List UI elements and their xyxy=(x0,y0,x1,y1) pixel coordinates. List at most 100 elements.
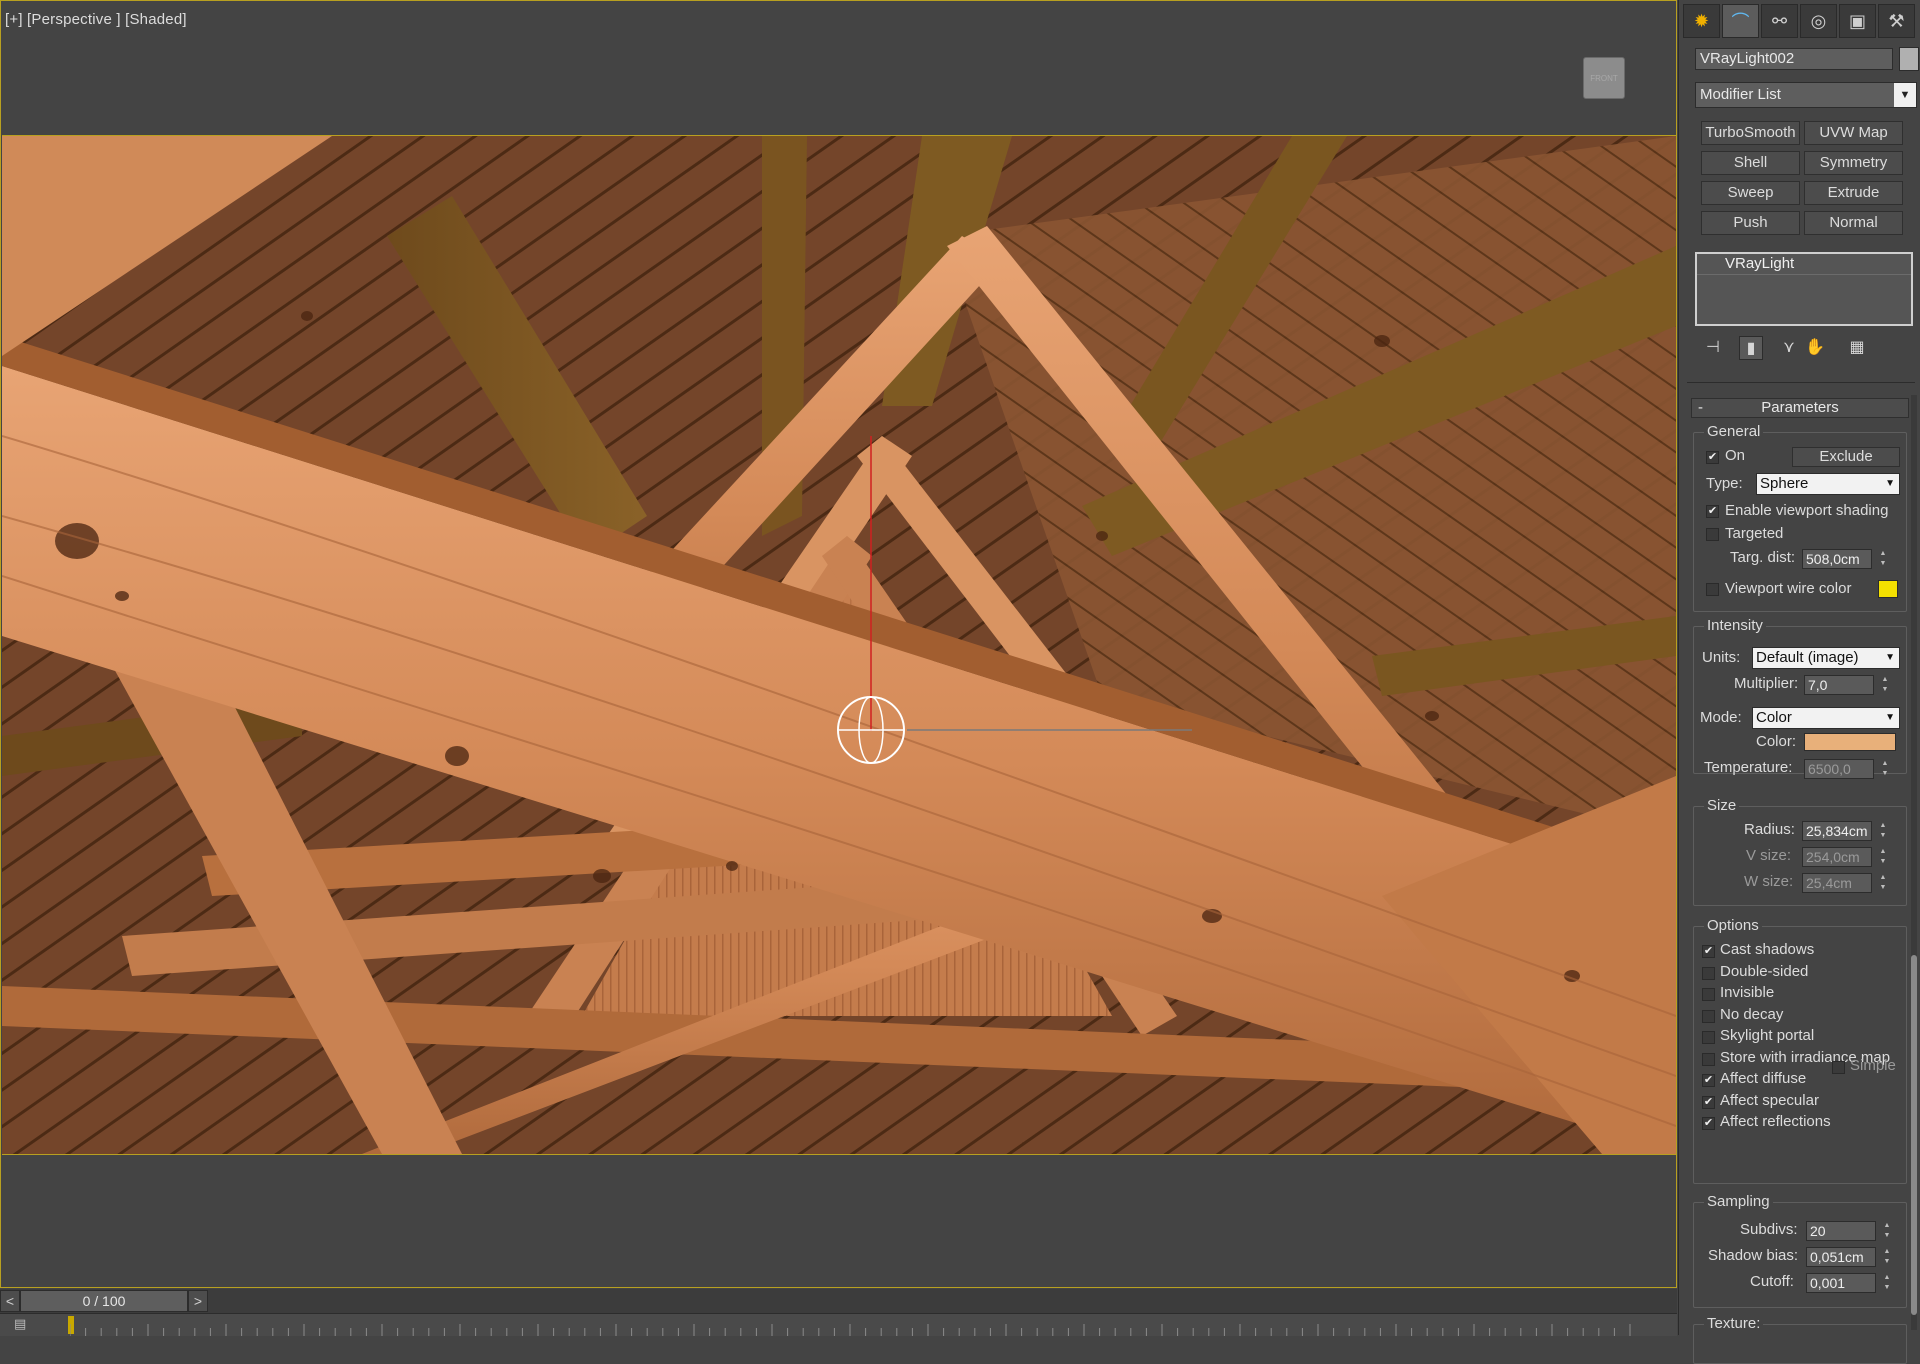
modify-tab[interactable]: ⌒ xyxy=(1722,4,1759,38)
cutoff-field[interactable]: 0,001 xyxy=(1806,1273,1876,1293)
radius-field[interactable]: 25,834cm xyxy=(1802,821,1872,841)
push-button[interactable]: Push xyxy=(1701,211,1800,235)
options-group: Options ✔ Cast shadows Double-sided Invisib… xyxy=(1693,917,1907,1184)
sweep-button[interactable]: Sweep xyxy=(1701,181,1800,205)
targ-dist-field[interactable]: 508,0cm xyxy=(1802,549,1872,569)
type-value: Sphere xyxy=(1760,475,1809,492)
simple-checkbox[interactable] xyxy=(1832,1061,1845,1074)
option-checkbox[interactable]: ✔ xyxy=(1702,945,1715,958)
shadow-bias-spinner[interactable]: ▲ ▼ xyxy=(1882,1247,1892,1267)
hierarchy-icon: ⚯ xyxy=(1771,10,1788,31)
multiplier-field[interactable]: 7,0 xyxy=(1804,675,1874,695)
units-dropdown[interactable]: Default (image) ▼ xyxy=(1752,647,1900,669)
hierarchy-tab[interactable]: ⚯ xyxy=(1761,4,1798,38)
color-label: Color: xyxy=(1756,733,1797,750)
rollout-title: Parameters xyxy=(1761,399,1839,416)
option-checkbox[interactable] xyxy=(1702,1009,1715,1023)
scrollbar-thumb[interactable] xyxy=(1911,955,1917,1315)
v-size-label: V size: xyxy=(1746,847,1792,864)
option-checkbox[interactable] xyxy=(1702,966,1715,980)
create-tab[interactable]: ✹ xyxy=(1683,4,1720,38)
option-checkbox[interactable] xyxy=(1702,1052,1715,1066)
w-size-spinner[interactable]: ▲ ▼ xyxy=(1878,873,1888,893)
utilities-tab[interactable]: ⚒ xyxy=(1878,4,1915,38)
sampling-title: Sampling xyxy=(1704,1193,1773,1210)
modify-curve-icon: ⌒ xyxy=(1731,12,1750,32)
v-size-spinner[interactable]: ▲ ▼ xyxy=(1878,847,1888,867)
time-prev-button[interactable]: < xyxy=(0,1290,20,1312)
pin-stack-icon[interactable]: ⊣ xyxy=(1701,336,1725,360)
stack-item-vraylight[interactable]: VRayLight xyxy=(1697,254,1911,275)
targ-dist-label: Targ. dist: xyxy=(1730,549,1796,566)
perspective-viewport[interactable]: [+] [Perspective ] [Shaded] FRONT xyxy=(0,0,1677,1288)
hammer-icon: ⚒ xyxy=(1888,10,1905,31)
parameters-rollout-header[interactable]: - Parameters xyxy=(1691,398,1909,418)
subdivs-spinner[interactable]: ▲ ▼ xyxy=(1882,1221,1892,1241)
object-color-swatch[interactable] xyxy=(1899,47,1919,71)
uvw-map-button[interactable]: UVW Map xyxy=(1804,121,1903,145)
on-label: On xyxy=(1725,447,1746,464)
trackbar-ticks xyxy=(70,1324,1631,1336)
temperature-spinner[interactable]: ▲ ▼ xyxy=(1880,759,1890,779)
remove-modifier-icon[interactable]: ✋ xyxy=(1803,336,1827,360)
temperature-field[interactable]: 6500,0 xyxy=(1804,759,1874,779)
make-unique-icon[interactable]: ⋎ xyxy=(1777,336,1801,360)
wire-color-checkbox[interactable] xyxy=(1706,583,1719,596)
subdivs-field[interactable]: 20 xyxy=(1806,1221,1876,1241)
sampling-group: Sampling Subdivs: 20 ▲ ▼ Shadow bias: 0,0… xyxy=(1693,1193,1907,1308)
normal-button[interactable]: Normal xyxy=(1804,211,1903,235)
time-slider[interactable]: < 0 / 100 > xyxy=(0,1289,1677,1313)
option-label: Double-sided xyxy=(1720,962,1809,980)
w-size-field[interactable]: 25,4cm xyxy=(1802,873,1872,893)
track-bar[interactable]: ▤ xyxy=(0,1313,1677,1336)
targeted-checkbox[interactable] xyxy=(1706,528,1719,541)
option-checkbox[interactable] xyxy=(1702,988,1715,1001)
type-dropdown[interactable]: Sphere ▼ xyxy=(1756,473,1900,495)
size-group: Size Radius: 25,834cm ▲ ▼ V size: 254,0cm… xyxy=(1693,797,1907,906)
motion-tab[interactable]: ◎ xyxy=(1800,4,1837,38)
turbosmooth-button[interactable]: TurboSmooth xyxy=(1701,121,1800,145)
option-checkbox[interactable]: ✔ xyxy=(1702,1074,1715,1087)
wire-color-swatch[interactable] xyxy=(1878,580,1898,598)
cutoff-spinner[interactable]: ▲ ▼ xyxy=(1882,1273,1892,1293)
command-panel-tabs: ✹ ⌒ ⚯ ◎ ▣ ⚒ xyxy=(1683,4,1915,40)
chevron-down-icon[interactable]: ▼ xyxy=(1894,83,1916,107)
command-panel-scrollbar[interactable] xyxy=(1911,395,1917,1330)
time-next-button[interactable]: > xyxy=(188,1290,208,1312)
exclude-button[interactable]: Exclude xyxy=(1792,447,1900,467)
modifier-stack[interactable]: VRayLight xyxy=(1695,252,1913,326)
shadow-bias-field[interactable]: 0,051cm xyxy=(1806,1247,1876,1267)
object-name-field[interactable]: VRayLight002 xyxy=(1695,48,1893,70)
configure-sets-icon[interactable]: ▦ xyxy=(1845,336,1869,360)
texture-group: Texture: xyxy=(1693,1315,1907,1364)
rendered-scene[interactable] xyxy=(2,135,1676,1155)
w-size-label: W size: xyxy=(1744,873,1794,890)
display-tab[interactable]: ▣ xyxy=(1839,4,1876,38)
option-checkbox[interactable]: ✔ xyxy=(1702,1117,1715,1130)
symmetry-button[interactable]: Symmetry xyxy=(1804,151,1903,175)
curve-editor-icon[interactable]: ▤ xyxy=(14,1316,38,1332)
light-color-swatch[interactable] xyxy=(1804,733,1896,751)
viewport-label[interactable]: [+] [Perspective ] [Shaded] xyxy=(5,11,187,28)
show-end-result-icon[interactable]: ▮ xyxy=(1739,336,1763,360)
shell-button[interactable]: Shell xyxy=(1701,151,1800,175)
time-slider-thumb[interactable]: 0 / 100 xyxy=(20,1290,188,1312)
radius-spinner[interactable]: ▲ ▼ xyxy=(1878,821,1888,841)
general-title: General xyxy=(1704,423,1764,440)
targ-dist-spinner[interactable]: ▲ ▼ xyxy=(1878,549,1888,569)
viewport-shading-checkbox[interactable]: ✔ xyxy=(1706,505,1719,518)
mode-dropdown[interactable]: Color ▼ xyxy=(1752,707,1900,729)
v-size-field[interactable]: 254,0cm xyxy=(1802,847,1872,867)
extrude-button[interactable]: Extrude xyxy=(1804,181,1903,205)
modifier-list-dropdown[interactable]: Modifier List ▼ xyxy=(1695,82,1917,108)
option-checkbox[interactable]: ✔ xyxy=(1702,1095,1715,1109)
option-checkbox[interactable] xyxy=(1702,1031,1715,1044)
sun-icon: ✹ xyxy=(1693,10,1710,31)
size-title: Size xyxy=(1704,797,1740,814)
viewcube[interactable]: FRONT xyxy=(1583,57,1625,99)
multiplier-spinner[interactable]: ▲ ▼ xyxy=(1880,675,1890,695)
motion-icon: ◎ xyxy=(1810,10,1827,31)
subdivs-label: Subdivs: xyxy=(1740,1221,1798,1238)
option-label: Skylight portal xyxy=(1720,1027,1815,1044)
on-checkbox[interactable]: ✔ xyxy=(1706,451,1719,464)
